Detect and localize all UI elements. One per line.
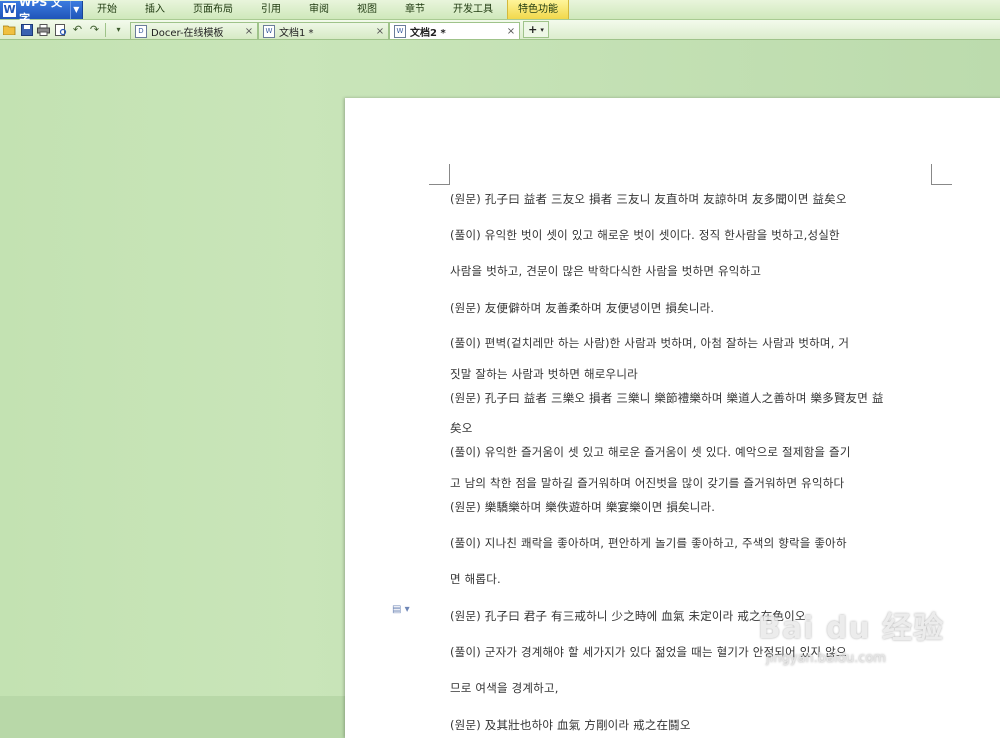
open-folder-icon[interactable] <box>2 22 17 37</box>
close-icon[interactable]: × <box>243 26 255 37</box>
docer-icon: D <box>135 24 147 38</box>
document-icon: W <box>394 24 406 38</box>
watermark-url: jingyan.baidu.com <box>766 651 886 666</box>
menu-view[interactable]: 视图 <box>343 0 391 19</box>
paragraph-line[interactable]: (원문) 友便僻하며 友善柔하며 友便녕이면 損矣니라. <box>450 300 714 316</box>
app-menu-button[interactable]: W WPS 文字 ▼ <box>0 0 83 25</box>
watermark-logo: Bai du 经验 <box>758 611 945 646</box>
paragraph-line[interactable]: 면 해롭다. <box>450 571 501 587</box>
menu-home[interactable]: 开始 <box>83 0 131 19</box>
plus-icon: + <box>528 23 538 36</box>
menu-bar: W WPS 文字 ▼ 开始 插入 页面布局 引用 审阅 视图 章节 开发工具 特… <box>0 0 1000 25</box>
menu-review[interactable]: 审阅 <box>295 0 343 19</box>
paragraph-line[interactable]: 고 남의 착한 점을 말하길 즐거워하며 어진벗을 많이 갖기를 즐거워하면 유… <box>450 475 844 491</box>
chevron-down-icon[interactable]: ▾ <box>540 26 544 34</box>
chevron-down-icon[interactable]: ▼ <box>69 0 82 19</box>
print-preview-icon[interactable] <box>53 22 68 37</box>
paragraph-line[interactable]: (풀이) 유익한 벗이 셋이 있고 해로운 벗이 셋이다. 정직 한사람을 벗하… <box>450 227 840 243</box>
document-icon: W <box>263 24 275 38</box>
paragraph-layout-icon[interactable]: ▤ ▾ <box>392 604 410 615</box>
menu-developer[interactable]: 开发工具 <box>439 0 507 19</box>
paragraph-line[interactable]: 짓말 잘하는 사람과 벗하면 해로우니라 <box>450 366 638 382</box>
tab-document-2[interactable]: W 文档2 * × <box>389 22 520 39</box>
tab-row: ↶ ↷ ▾ D Docer-在线模板 × W 文档1 * × W 文档2 * ×… <box>0 20 1000 40</box>
tab-label: Docer-在线模板 <box>151 27 224 39</box>
menu-references[interactable]: 引用 <box>247 0 295 19</box>
undo-icon[interactable]: ↶ <box>70 22 85 37</box>
paragraph-line[interactable]: (원문) 孔子曰 益者 三樂오 損者 三樂니 樂節禮樂하며 樂道人之善하며 樂多… <box>450 390 884 406</box>
paragraph-line[interactable]: (원문) 樂驕樂하며 樂佚遊하며 樂宴樂이면 損矣니라. <box>450 499 715 515</box>
save-icon[interactable] <box>19 22 34 37</box>
paragraph-line[interactable]: 므로 여색을 경계하고, <box>450 680 559 696</box>
toolbar-divider <box>105 22 106 37</box>
new-tab-button[interactable]: + ▾ <box>523 21 549 38</box>
paragraph-line[interactable]: (원문) 及其壯也하야 血氣 方剛이라 戒之在鬪오 <box>450 717 691 733</box>
margin-mark-top-right <box>931 164 952 185</box>
menu-section[interactable]: 章节 <box>391 0 439 19</box>
tab-label: 文档1 * <box>279 27 314 39</box>
paragraph-line[interactable]: (풀이) 편벽(겉치레만 하는 사람)한 사람과 벗하며, 아첨 잘하는 사람과… <box>450 335 849 351</box>
margin-mark-top-left <box>429 164 450 185</box>
baidu-watermark: Bai du 经验 jingyan.baidu.com <box>758 603 945 666</box>
document-workspace: (원문) 孔子曰 益者 三友오 損者 三友니 友直하며 友諒하며 友多聞이면 益… <box>0 40 1000 738</box>
tab-document-1[interactable]: W 文档1 * × <box>258 22 389 39</box>
paragraph-line[interactable]: (풀이) 지나친 쾌락을 좋아하며, 편안하게 놀기를 좋아하고, 주색의 향락… <box>450 535 847 551</box>
paragraph-line[interactable]: (풀이) 유익한 즐거움이 셋 있고 해로운 즐거움이 셋 있다. 예악으로 절… <box>450 444 851 460</box>
customize-toolbar-icon[interactable]: ▾ <box>111 22 126 37</box>
close-icon[interactable]: × <box>505 26 517 37</box>
paragraph-line[interactable]: 사람을 벗하고, 견문이 많은 박학다식한 사람을 벗하면 유익하고 <box>450 263 761 279</box>
redo-icon[interactable]: ↷ <box>87 22 102 37</box>
tab-label: 文档2 * <box>410 27 446 39</box>
tab-docer-templates[interactable]: D Docer-在线模板 × <box>130 22 258 39</box>
paragraph-line[interactable]: 矣오 <box>450 420 472 436</box>
paragraph-line[interactable]: (원문) 孔子曰 君子 有三戒하니 少之時에 血氣 未定이라 戒之在色이오 <box>450 608 806 624</box>
print-icon[interactable] <box>36 22 51 37</box>
paragraph-line[interactable]: (원문) 孔子曰 益者 三友오 損者 三友니 友直하며 友諒하며 友多聞이면 益… <box>450 191 847 207</box>
wps-logo-icon: W <box>3 2 17 17</box>
menu-page-layout[interactable]: 页面布局 <box>179 0 247 19</box>
menu-special-features[interactable]: 特色功能 <box>507 0 569 19</box>
menu-insert[interactable]: 插入 <box>131 0 179 19</box>
close-icon[interactable]: × <box>374 26 386 37</box>
